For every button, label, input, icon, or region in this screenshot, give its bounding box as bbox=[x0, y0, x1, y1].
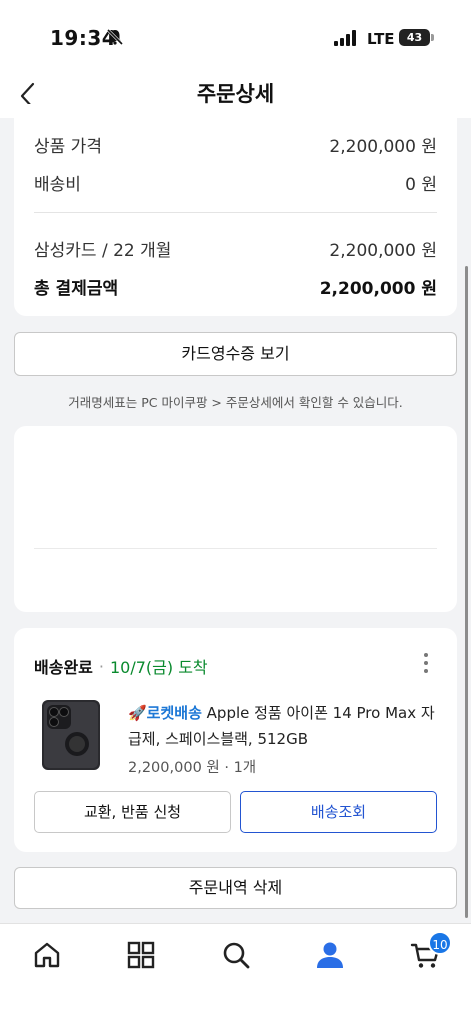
shipping-row-value: 0 원 bbox=[405, 175, 437, 195]
payment-method-row: 삼성카드 / 22 개월 2,200,000 원 bbox=[34, 236, 437, 261]
exchange-return-button[interactable]: 교환, 반품 신청 bbox=[34, 791, 231, 833]
search-icon[interactable] bbox=[221, 940, 251, 970]
statement-notice: 거래명세표는 PC 마이쿠팡 > 주문상세에서 확인할 수 있습니다. bbox=[68, 395, 403, 410]
delivery-card: 배송완료 · 10/7(금) 도착 🚀로켓배송 Apple 정품 아이폰 14 … bbox=[14, 628, 457, 852]
track-delivery-button[interactable]: 배송조회 bbox=[240, 791, 437, 833]
delivery-status: 배송완료 bbox=[34, 658, 93, 677]
arrival-date: 10/7(금) 도착 bbox=[109, 658, 208, 677]
price-row-label: 상품 가격 bbox=[34, 137, 102, 157]
more-options-icon[interactable] bbox=[423, 652, 429, 674]
delivery-header: 배송완료 · 10/7(금) 도착 bbox=[34, 654, 208, 678]
payment-method-label: 삼성카드 / 22 개월 bbox=[34, 241, 172, 261]
home-icon[interactable] bbox=[32, 940, 62, 970]
product-thumbnail[interactable] bbox=[40, 698, 102, 772]
shipping-row: 배송비 0 원 bbox=[34, 170, 437, 195]
total-label: 총 결제금액 bbox=[34, 279, 119, 299]
delete-order-button[interactable]: 주문내역 삭제 bbox=[14, 867, 457, 909]
rocket-delivery-label: 🚀로켓배송 bbox=[128, 704, 202, 722]
shipping-row-label: 배송비 bbox=[34, 175, 81, 195]
blank-card bbox=[14, 426, 457, 612]
product-title[interactable]: 🚀로켓배송 Apple 정품 아이폰 14 Pro Max 자급제, 스페이스블… bbox=[128, 700, 441, 752]
status-bar: 19:34 LTE 43 bbox=[0, 0, 471, 72]
network-label: LTE bbox=[367, 30, 395, 48]
tab-bar: 10 bbox=[0, 923, 471, 1024]
category-grid-icon[interactable] bbox=[126, 940, 156, 970]
divider bbox=[34, 212, 437, 213]
price-row: 상품 가격 2,200,000 원 bbox=[34, 132, 437, 157]
bell-muted-icon bbox=[106, 28, 124, 46]
price-summary-card: 상품 가격 2,200,000 원 배송비 0 원 삼성카드 / 22 개월 2… bbox=[14, 104, 457, 316]
product-price-quantity: 2,200,000 원 · 1개 bbox=[128, 760, 257, 776]
cellular-signal-icon bbox=[334, 30, 356, 46]
cart-count-badge: 10 bbox=[428, 931, 452, 955]
divider bbox=[34, 548, 437, 549]
battery-tip bbox=[431, 34, 434, 41]
my-account-icon[interactable] bbox=[315, 940, 345, 970]
card-receipt-button[interactable]: 카드영수증 보기 bbox=[14, 332, 457, 376]
separator-dot: · bbox=[98, 656, 104, 676]
total-value: 2,200,000 원 bbox=[319, 279, 437, 299]
scrollbar[interactable] bbox=[465, 266, 468, 918]
payment-method-value: 2,200,000 원 bbox=[329, 241, 437, 261]
battery-icon: 43 bbox=[399, 29, 430, 46]
price-row-value: 2,200,000 원 bbox=[329, 137, 437, 157]
total-row: 총 결제금액 2,200,000 원 bbox=[34, 274, 437, 299]
